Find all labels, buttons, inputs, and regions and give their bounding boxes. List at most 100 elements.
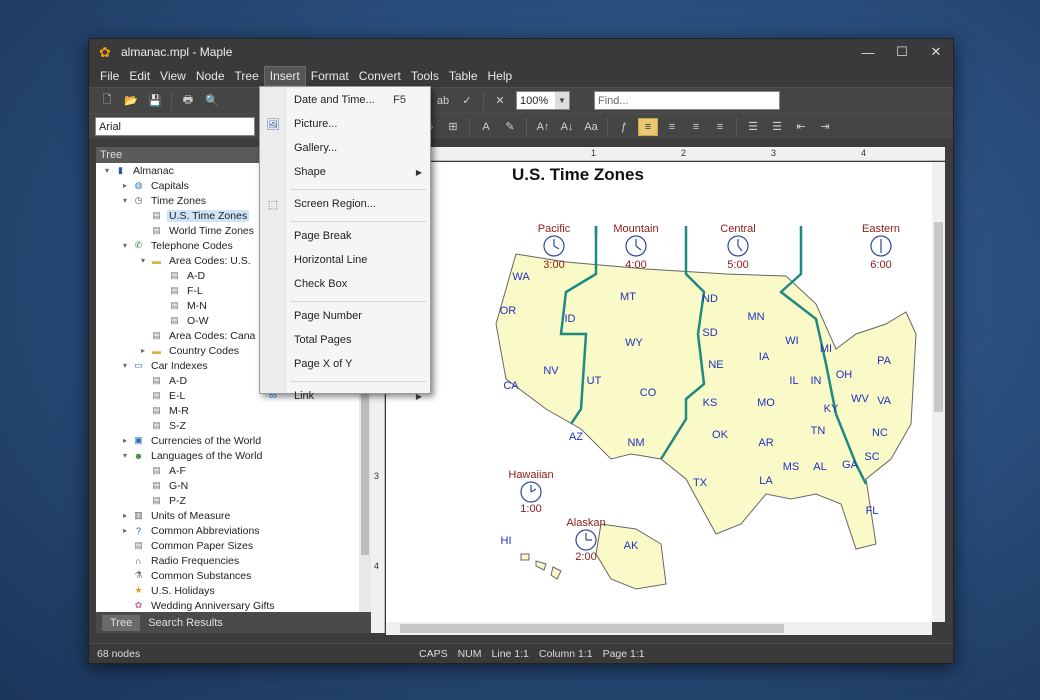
- save-icon[interactable]: 💾: [145, 92, 165, 110]
- document-editor[interactable]: U.S. Time Zones Pacific 3:00 Mountain 4:…: [386, 162, 932, 622]
- state-label: WV: [851, 393, 869, 405]
- state-label: FL: [866, 505, 879, 517]
- menu-item-gallery[interactable]: Gallery...: [260, 138, 430, 158]
- tree-node[interactable]: ▸? Common Abbreviations: [96, 523, 359, 538]
- chevron-down-icon[interactable]: ▼: [555, 92, 569, 109]
- justify-icon[interactable]: ≡: [710, 118, 730, 136]
- tree-node[interactable]: ▤ Common Paper Sizes: [96, 538, 359, 553]
- menu-edit[interactable]: Edit: [124, 67, 155, 85]
- state-label: AL: [813, 461, 826, 473]
- tree-node[interactable]: ✿ Wedding Anniversary Gifts: [96, 598, 359, 612]
- cancel-icon[interactable]: ✕: [490, 92, 510, 110]
- tree-node[interactable]: ★ U.S. Holidays: [96, 583, 359, 598]
- document-horizontal-scrollbar[interactable]: [386, 622, 932, 635]
- tree-node-label: A-F: [169, 464, 186, 477]
- zoom-select[interactable]: 100% ▼: [516, 91, 570, 110]
- document-vertical-scrollbar[interactable]: [932, 162, 945, 622]
- tree-node[interactable]: ∩ Radio Frequencies: [96, 553, 359, 568]
- maximize-button[interactable]: ☐: [885, 44, 919, 60]
- outdent-icon[interactable]: ⇤: [791, 118, 811, 136]
- formula-icon[interactable]: ƒ: [614, 118, 634, 136]
- change-case-icon[interactable]: Aa: [581, 118, 601, 136]
- menu-table[interactable]: Table: [444, 67, 483, 85]
- align-center-icon[interactable]: ≡: [662, 118, 682, 136]
- spellcheck-icon[interactable]: ✓: [457, 92, 477, 110]
- menu-tree[interactable]: Tree: [230, 67, 264, 85]
- scroll-thumb[interactable]: [934, 222, 943, 412]
- menu-insert[interactable]: Insert: [263, 66, 306, 86]
- bulleted-list-icon[interactable]: ☰: [767, 118, 787, 136]
- menu-item-date-and-time[interactable]: Date and Time... F5: [260, 90, 430, 110]
- menu-item-page-x-of-y[interactable]: Page X of Y: [260, 354, 430, 374]
- menu-item-page-number[interactable]: Page Number: [260, 306, 430, 326]
- menu-help[interactable]: Help: [483, 67, 518, 85]
- menu-view[interactable]: View: [155, 67, 191, 85]
- align-left-icon[interactable]: ≡: [638, 117, 658, 136]
- print-icon[interactable]: 🖶: [178, 92, 198, 110]
- chevron-right-icon[interactable]: ▸: [120, 511, 130, 520]
- numbered-list-icon[interactable]: ☰: [743, 118, 763, 136]
- grow-font-icon[interactable]: A↑: [533, 118, 553, 136]
- zone-eastern-label: Eastern: [862, 223, 900, 235]
- chevron-down-icon[interactable]: ▾: [120, 451, 130, 460]
- new-file-icon[interactable]: 🗋: [97, 92, 117, 110]
- menu-node[interactable]: Node: [191, 67, 230, 85]
- replace-icon[interactable]: ab: [433, 92, 453, 110]
- menu-item-link[interactable]: ∞ Link ▶: [260, 386, 430, 406]
- menu-item-screen-region[interactable]: ⬚ Screen Region...: [260, 194, 430, 214]
- chevron-down-icon[interactable]: ▾: [120, 241, 130, 250]
- tree-node[interactable]: ▤ S-Z: [96, 418, 359, 433]
- menu-item-horizontal-line[interactable]: Horizontal Line: [260, 250, 430, 270]
- highlight-icon[interactable]: ✎: [500, 118, 520, 136]
- chevron-right-icon[interactable]: ▸: [120, 526, 130, 535]
- menu-item-label: Page Number: [294, 310, 362, 322]
- menu-item-page-break[interactable]: Page Break: [260, 226, 430, 246]
- chevron-down-icon[interactable]: ▾: [102, 166, 112, 175]
- chevron-right-icon[interactable]: ▸: [120, 436, 130, 445]
- headphones-icon: ∩: [135, 555, 142, 566]
- tree-node[interactable]: ▤ A-F: [96, 463, 359, 478]
- align-right-icon[interactable]: ≡: [686, 118, 706, 136]
- chevron-down-icon[interactable]: ▾: [120, 196, 130, 205]
- font-select[interactable]: Arial: [95, 117, 255, 136]
- menu-item-total-pages[interactable]: Total Pages: [260, 330, 430, 350]
- tree-node[interactable]: ▸ ▥ Units of Measure: [96, 508, 359, 523]
- chevron-right-icon[interactable]: ▸: [138, 346, 148, 355]
- chevron-down-icon[interactable]: ▾: [120, 361, 130, 370]
- close-button[interactable]: ✕: [919, 44, 953, 60]
- menu-item-label: Link: [294, 390, 315, 402]
- tree-node[interactable]: ⚗ Common Substances: [96, 568, 359, 583]
- scroll-thumb[interactable]: [400, 624, 784, 633]
- menu-file[interactable]: File: [95, 67, 124, 85]
- state-label: KY: [824, 403, 839, 415]
- chevron-down-icon[interactable]: ▾: [138, 256, 148, 265]
- menu-convert[interactable]: Convert: [354, 67, 406, 85]
- zone-alaskan-time: 2:00: [575, 551, 596, 563]
- font-style-icon[interactable]: A: [476, 118, 496, 136]
- indent-icon[interactable]: ⇥: [815, 118, 835, 136]
- menu-item-shape[interactable]: Shape ▶: [260, 162, 430, 182]
- chevron-right-icon[interactable]: ▸: [120, 181, 130, 190]
- tree-node[interactable]: ▸ ▣ Currencies of the World: [96, 433, 359, 448]
- tab-search-results[interactable]: Search Results: [140, 615, 231, 631]
- tab-tree[interactable]: Tree: [102, 614, 141, 631]
- find-input[interactable]: Find...: [594, 91, 780, 110]
- border-icon[interactable]: ⊞: [443, 118, 463, 136]
- tree-node[interactable]: ▤ G-N: [96, 478, 359, 493]
- toolbar-separator: [483, 91, 484, 110]
- minimize-button[interactable]: —: [851, 45, 885, 60]
- tree-node[interactable]: ▤ P-Z: [96, 493, 359, 508]
- print-preview-icon[interactable]: 🔍: [202, 92, 222, 110]
- menu-item-check-box[interactable]: Check Box: [260, 274, 430, 294]
- tree-node[interactable]: ▾ ☻ Languages of the World: [96, 448, 359, 463]
- menu-item-picture[interactable]: 🖼 Picture...: [260, 114, 430, 134]
- tree-node-label: U.S. Holidays: [151, 584, 215, 597]
- state-label: PA: [877, 355, 892, 367]
- tree-node-label: Capitals: [151, 179, 189, 192]
- menu-tools[interactable]: Tools: [406, 67, 444, 85]
- open-folder-icon[interactable]: 📂: [121, 92, 141, 110]
- title-bar[interactable]: ✿ almanac.mpl - Maple — ☐ ✕: [89, 39, 953, 65]
- menu-format[interactable]: Format: [306, 67, 354, 85]
- shrink-font-icon[interactable]: A↓: [557, 118, 577, 136]
- zone-eastern-time: 6:00: [870, 259, 891, 271]
